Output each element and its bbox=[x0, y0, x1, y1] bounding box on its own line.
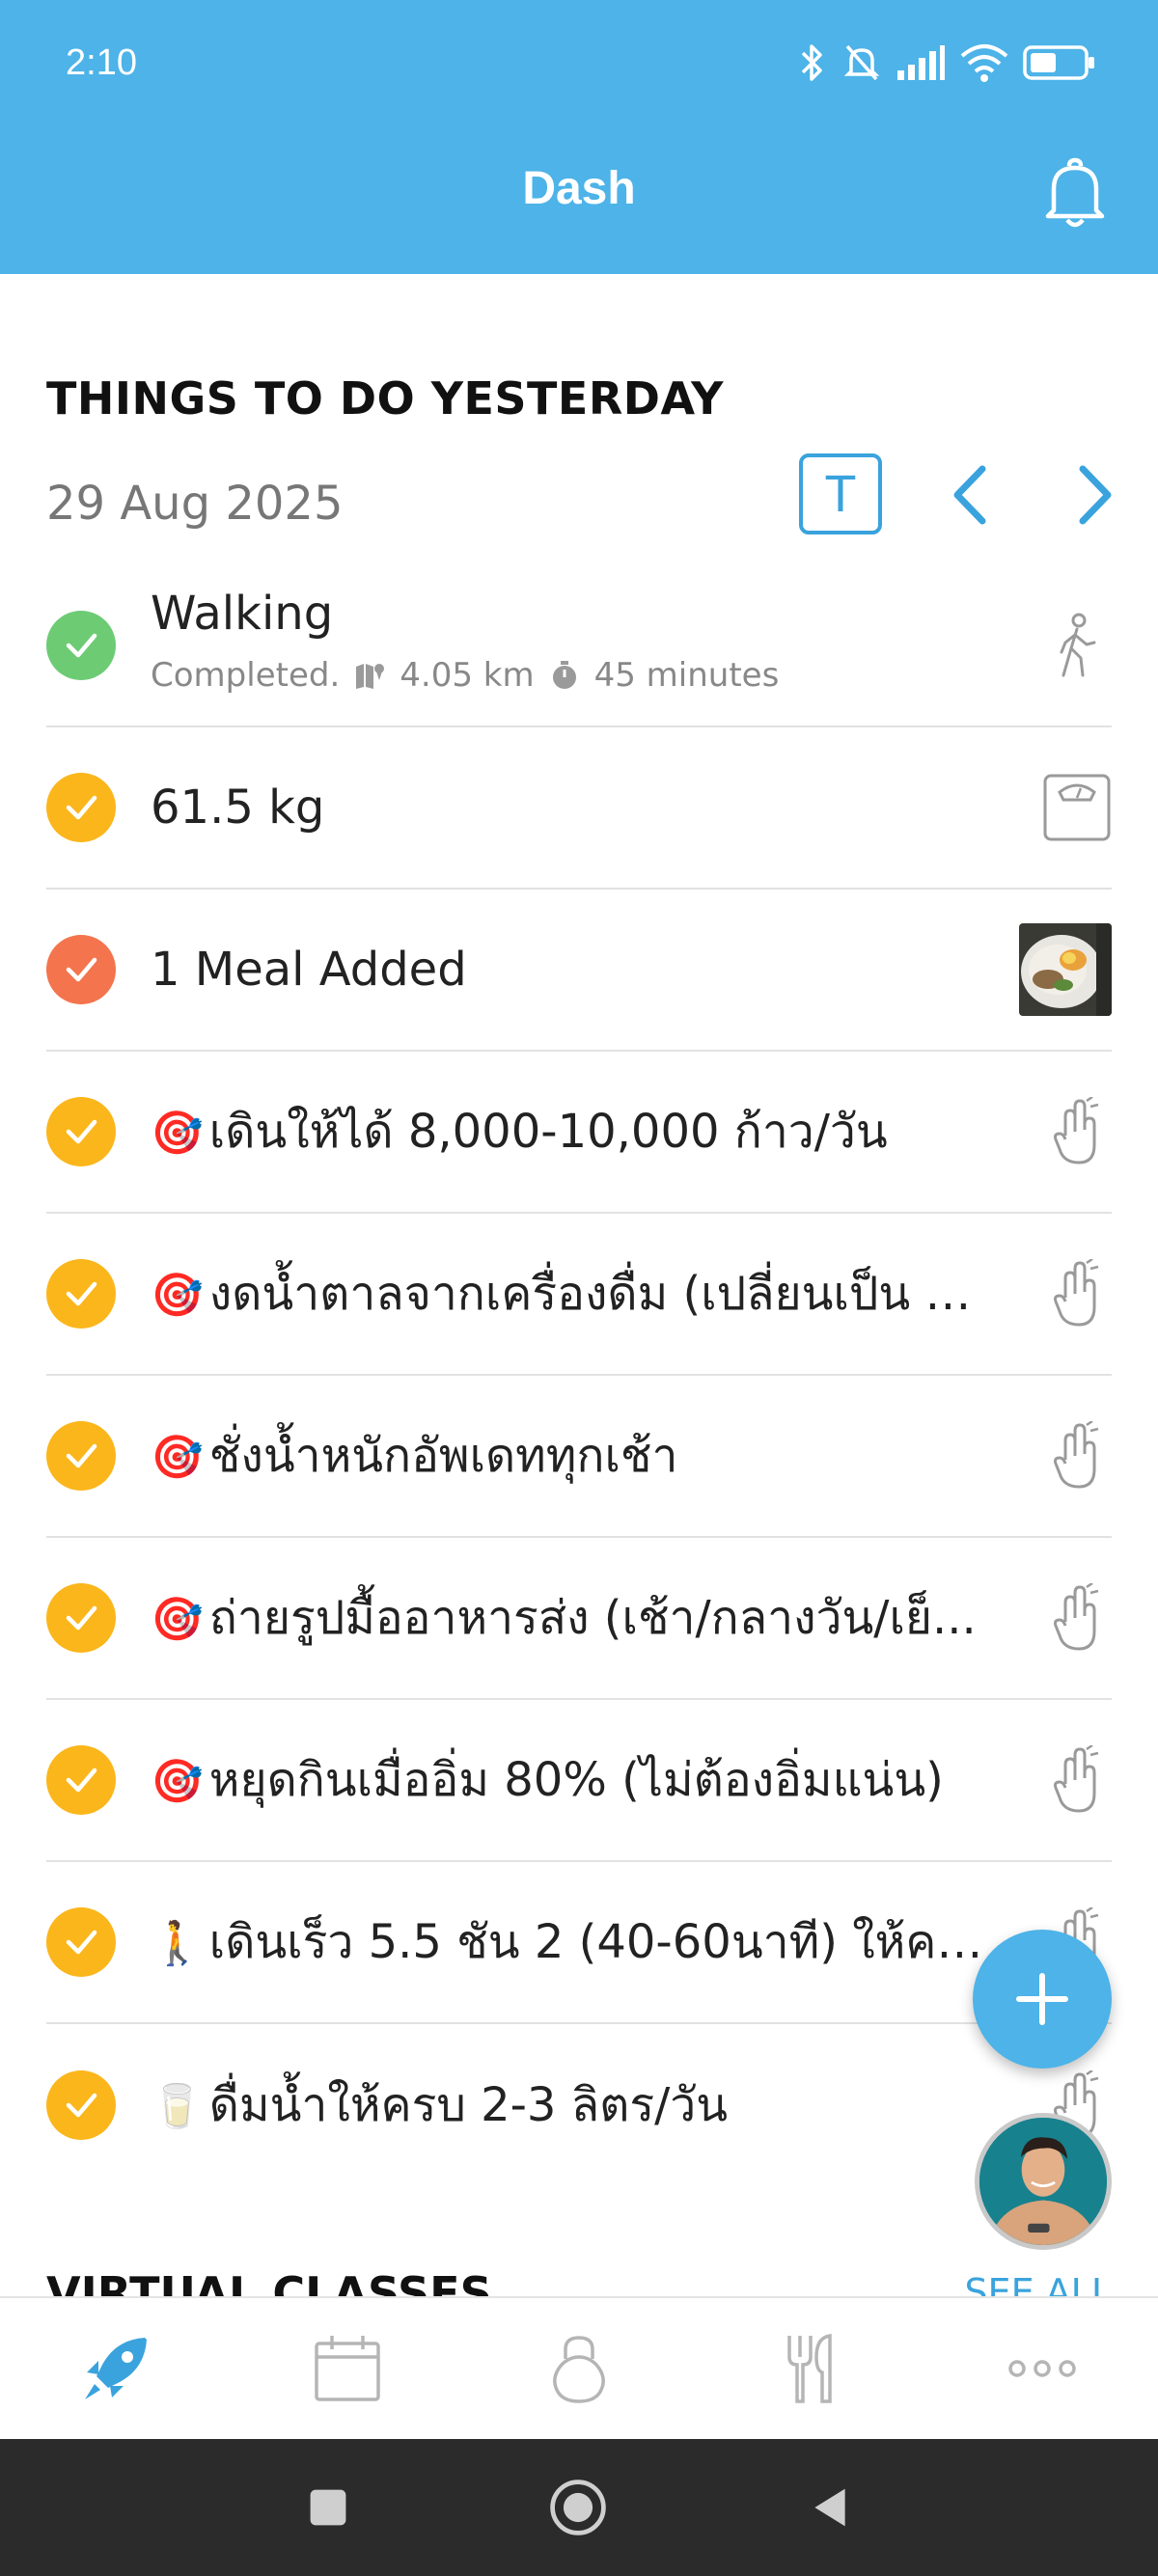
list-item-habit[interactable]: 🚶 เดินเร็ว 5.5 ชัน 2 (40-60นาที) ให้ครับ.… bbox=[46, 1862, 1112, 2024]
system-nav-bar bbox=[0, 2439, 1158, 2576]
calendar-icon bbox=[315, 2336, 380, 2401]
list-item-text: 🎯 เดินให้ได้ 8,000-10,000 ก้าว/วัน bbox=[151, 1105, 888, 1159]
list-item-text: 🎯 ถ่ายรูปมื้ออาหารส่ง (เช้า/กลางวัน/เย็..… bbox=[151, 1591, 977, 1645]
recents-button[interactable] bbox=[294, 2474, 362, 2541]
mute-bell-icon bbox=[843, 44, 880, 81]
signal-icon bbox=[897, 45, 945, 80]
rocket-icon bbox=[85, 2338, 147, 2399]
walking-distance: 4.05 km bbox=[400, 656, 535, 695]
check-circle[interactable] bbox=[46, 1421, 116, 1491]
list-item-habit[interactable]: 🎯 งดน้ำตาลจากเครื่องดื่ม (เปลี่ยนเป็น 0..… bbox=[46, 1214, 1112, 1376]
plus-icon bbox=[1016, 1973, 1068, 2025]
check-icon bbox=[66, 1605, 97, 1631]
tab-nutrition[interactable] bbox=[695, 2298, 926, 2439]
list-item-text: 🎯 งดน้ำตาลจากเครื่องดื่ม (เปลี่ยนเป็น 0..… bbox=[151, 1267, 996, 1321]
chevron-right-icon[interactable] bbox=[1067, 461, 1121, 529]
walking-title: Walking bbox=[151, 587, 334, 641]
list-item-habit[interactable]: 🎯 หยุดกินเมื่ออิ่ม 80% (ไม่ต้องอิ่มแน่น) bbox=[46, 1700, 1112, 1862]
check-icon bbox=[66, 1930, 97, 1955]
check-icon bbox=[66, 633, 97, 658]
fork-knife-icon bbox=[787, 2333, 832, 2403]
list-item-habit[interactable]: 🎯 ชั่งน้ำหนักอัพเดททุกเช้า bbox=[46, 1376, 1112, 1538]
map-pin-icon bbox=[356, 664, 385, 689]
milk-emoji: 🥛 bbox=[151, 2082, 204, 2131]
check-icon bbox=[66, 1119, 97, 1144]
list-item-text: 🎯 หยุดกินเมื่ออิ่ม 80% (ไม่ต้องอิ่มแน่น) bbox=[151, 1753, 944, 1807]
status-time: 2:10 bbox=[66, 42, 137, 83]
wifi-icon bbox=[960, 44, 1008, 82]
target-emoji: 🎯 bbox=[151, 1109, 204, 1158]
hand-icon bbox=[1042, 1097, 1112, 1166]
check-circle[interactable] bbox=[46, 773, 116, 842]
list-item-text: 🚶 เดินเร็ว 5.5 ชัน 2 (40-60นาที) ให้ครับ.… bbox=[151, 1915, 996, 1969]
status-bar: 2:10 bbox=[0, 0, 1158, 135]
tab-more[interactable] bbox=[926, 2298, 1158, 2439]
scale-icon bbox=[1042, 773, 1112, 842]
list-item-habit[interactable]: 🎯 ถ่ายรูปมื้ออาหารส่ง (เช้า/กลางวัน/เย็..… bbox=[46, 1538, 1112, 1700]
add-button[interactable] bbox=[973, 1930, 1112, 2069]
list-item-text: 61.5 kg bbox=[151, 781, 325, 835]
check-circle[interactable] bbox=[46, 1745, 116, 1815]
check-icon bbox=[66, 1443, 97, 1468]
check-circle[interactable] bbox=[46, 611, 116, 680]
list-item-weight[interactable]: 61.5 kg bbox=[46, 727, 1112, 890]
triangle-back-icon bbox=[814, 2488, 845, 2527]
walking-duration: 45 minutes bbox=[593, 656, 780, 695]
todo-list: Walking Completed. 4.05 km 45 minutes 61… bbox=[46, 565, 1112, 2186]
list-item-text: 🎯 ชั่งน้ำหนักอัพเดททุกเช้า bbox=[151, 1429, 678, 1483]
bluetooth-icon bbox=[801, 44, 822, 81]
check-circle[interactable] bbox=[46, 1259, 116, 1329]
walking-person-icon bbox=[1042, 611, 1112, 680]
status-icons bbox=[795, 39, 1096, 87]
list-item-habit[interactable]: 🎯 เดินให้ได้ 8,000-10,000 ก้าว/วัน bbox=[46, 1052, 1112, 1214]
app-header: 2:10 Dash bbox=[0, 0, 1158, 274]
bottom-tab-bar bbox=[0, 2296, 1158, 2439]
coach-avatar[interactable] bbox=[975, 2113, 1112, 2250]
list-item-text: 1 Meal Added bbox=[151, 943, 467, 997]
walking-emoji: 🚶 bbox=[151, 1919, 204, 1968]
target-emoji: 🎯 bbox=[151, 1595, 204, 1644]
hand-icon bbox=[1042, 1583, 1112, 1653]
check-icon bbox=[66, 957, 97, 982]
kettlebell-icon bbox=[553, 2336, 605, 2403]
today-button[interactable]: T bbox=[799, 453, 882, 534]
square-icon bbox=[310, 2489, 346, 2526]
hand-icon bbox=[1042, 1745, 1112, 1815]
check-circle[interactable] bbox=[46, 1907, 116, 1977]
target-emoji: 🎯 bbox=[151, 1757, 204, 1806]
walking-status: Completed. bbox=[151, 656, 341, 695]
battery-icon bbox=[1023, 45, 1094, 80]
more-icon bbox=[1008, 2360, 1076, 2377]
circle-icon bbox=[550, 2480, 606, 2535]
check-circle[interactable] bbox=[46, 1097, 116, 1166]
bell-icon[interactable] bbox=[1040, 154, 1110, 232]
chevron-left-icon[interactable] bbox=[944, 461, 998, 529]
check-circle[interactable] bbox=[46, 1583, 116, 1653]
target-emoji: 🎯 bbox=[151, 1271, 204, 1320]
list-item-habit[interactable]: 🥛 ดื่มน้ำให้ครบ 2-3 ลิตร/วัน bbox=[46, 2024, 1112, 2186]
back-button[interactable] bbox=[796, 2474, 864, 2541]
check-icon bbox=[66, 2093, 97, 2118]
page-title: Dash bbox=[522, 163, 636, 214]
date-label: 29 Aug 2025 bbox=[46, 477, 344, 531]
tab-dash[interactable] bbox=[0, 2298, 232, 2439]
tab-calendar[interactable] bbox=[232, 2298, 463, 2439]
check-circle[interactable] bbox=[46, 935, 116, 1004]
stopwatch-icon bbox=[552, 661, 576, 689]
target-emoji: 🎯 bbox=[151, 1433, 204, 1482]
check-circle[interactable] bbox=[46, 2070, 116, 2140]
check-icon bbox=[66, 795, 97, 820]
meal-photo[interactable] bbox=[1019, 923, 1112, 1016]
section-title: THINGS TO DO YESTERDAY bbox=[46, 372, 724, 425]
check-icon bbox=[66, 1281, 97, 1306]
hand-icon bbox=[1042, 1259, 1112, 1329]
list-item-meal[interactable]: 1 Meal Added bbox=[46, 890, 1112, 1052]
tab-workouts[interactable] bbox=[463, 2298, 695, 2439]
home-button[interactable] bbox=[544, 2474, 612, 2541]
hand-icon bbox=[1042, 1421, 1112, 1491]
list-item-text: 🥛 ดื่มน้ำให้ครบ 2-3 ลิตร/วัน bbox=[151, 2078, 729, 2132]
walking-summary: Completed. 4.05 km 45 minutes bbox=[151, 656, 779, 695]
check-icon bbox=[66, 1768, 97, 1793]
list-item-walking[interactable]: Walking Completed. 4.05 km 45 minutes bbox=[46, 565, 1112, 727]
